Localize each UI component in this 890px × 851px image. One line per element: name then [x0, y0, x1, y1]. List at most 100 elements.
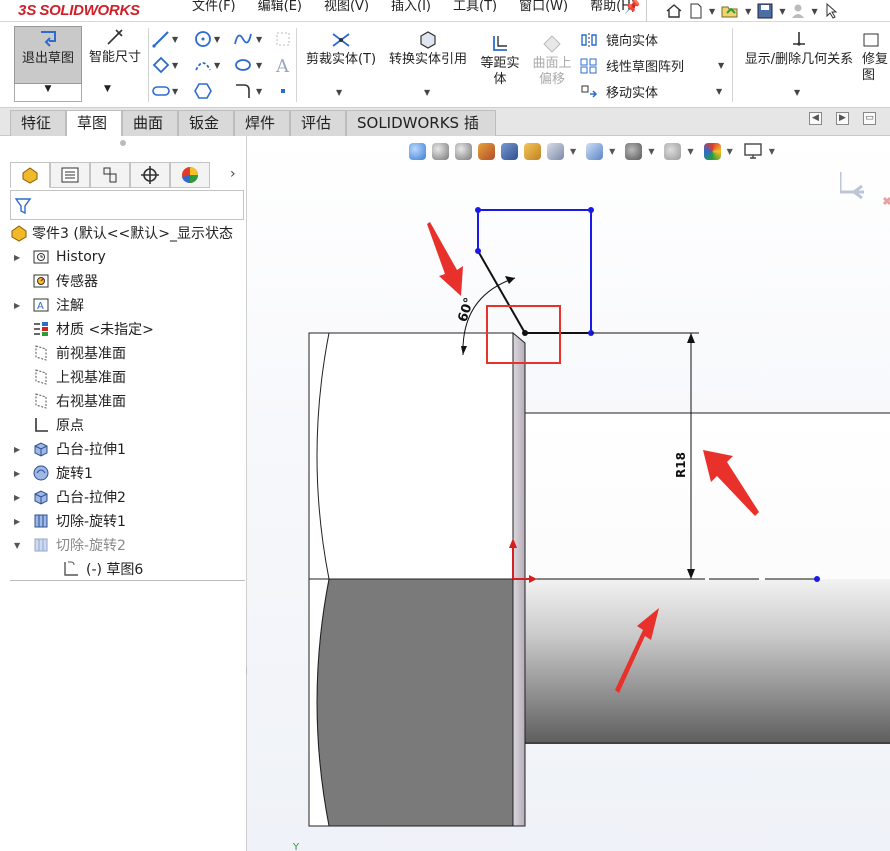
chevron-down-icon[interactable]: ▼ [779, 7, 785, 16]
ellipse-tool-icon[interactable] [234, 56, 252, 74]
sketch-point[interactable] [475, 248, 481, 254]
text-tool-icon[interactable]: A [274, 56, 292, 74]
tab-display-manager[interactable] [170, 162, 210, 188]
tab-weldments[interactable]: 焊件 [234, 110, 290, 136]
menu-edit[interactable]: 编辑(E) [256, 0, 308, 20]
tree-item[interactable]: ▶ 凸台-拉伸1 [14, 438, 126, 460]
new-document-icon[interactable] [689, 3, 703, 19]
tab-features[interactable]: 特征 [10, 110, 66, 136]
offset-on-surface-button[interactable]: 曲面上 偏移 [528, 34, 576, 88]
tab-feature-manager[interactable] [10, 162, 50, 188]
panel-grip[interactable] [120, 140, 126, 146]
exit-sketch-dropdown[interactable]: ▼ [14, 84, 82, 102]
radius-dimension-label[interactable]: R18 [674, 452, 688, 478]
chevron-down-icon[interactable]: ▼ [256, 61, 262, 70]
linear-pattern-button[interactable]: 线性草图阵列 ▼ [580, 56, 724, 75]
tree-item[interactable]: (-) 草图6 [44, 558, 143, 580]
fillet-tool-icon[interactable] [234, 82, 252, 100]
restore-icon[interactable]: ▭ [863, 112, 876, 125]
tab-sketch[interactable]: 草图 [66, 110, 122, 137]
chevron-right-icon[interactable]: ▶ [14, 301, 26, 310]
menu-file[interactable]: 文件(F) [190, 0, 242, 20]
slot-tool-icon[interactable] [152, 82, 170, 100]
chevron-down-icon[interactable]: ▼ [336, 88, 342, 97]
chevron-down-icon[interactable]: ▼ [172, 35, 178, 44]
home-icon[interactable] [665, 3, 683, 19]
scroll-left-icon[interactable]: ◀ [809, 112, 822, 125]
tree-item[interactable]: 原点 [14, 414, 84, 436]
menu-tools[interactable]: 工具(T) [451, 0, 503, 20]
chevron-right-icon[interactable]: › [230, 166, 236, 182]
chevron-right-icon[interactable]: ▶ [14, 493, 26, 502]
tree-item[interactable]: ▶ A 注解 [14, 294, 84, 316]
tab-surfaces[interactable]: 曲面 [122, 110, 178, 136]
chevron-right-icon[interactable]: ▶ [14, 469, 26, 478]
tab-sheet-metal[interactable]: 钣金 [178, 110, 234, 136]
tree-item[interactable]: ▶ 旋转1 [14, 462, 93, 484]
chevron-down-icon[interactable]: ▼ [718, 61, 724, 70]
tab-configuration-manager[interactable] [90, 162, 130, 188]
menu-window[interactable]: 窗口(W) [517, 0, 574, 20]
tree-item[interactable]: ▶ 凸台-拉伸2 [14, 486, 126, 508]
point-tool-icon[interactable] [274, 82, 292, 100]
graphics-area[interactable]: ▼ ▼ ▼ ▼ ▼ ▼ 60° R18 Y [247, 136, 890, 851]
chevron-down-icon[interactable]: ▼ [172, 61, 178, 70]
chevron-down-icon[interactable]: ▼ [709, 7, 715, 16]
tab-property-manager[interactable] [50, 162, 90, 188]
tab-solidworks-addins[interactable]: SOLIDWORKS 插件 [346, 110, 496, 156]
tree-item[interactable]: 上视基准面 [14, 366, 126, 388]
tree-item[interactable]: ▶ 切除-旋转1 [14, 510, 126, 532]
tree-filter[interactable] [10, 190, 244, 220]
chevron-down-icon[interactable]: ▼ [104, 84, 111, 94]
open-icon[interactable] [721, 3, 739, 19]
tree-item[interactable]: 右视基准面 [14, 390, 126, 412]
trim-entities-button[interactable]: 剪裁实体(T) [302, 30, 380, 68]
user-icon[interactable] [791, 3, 805, 19]
chevron-down-icon[interactable]: ▼ [256, 87, 262, 96]
part-root-node[interactable]: 零件3 (默认<<默认>_显示状态 [10, 222, 233, 244]
tree-item[interactable]: 前视基准面 [14, 342, 126, 364]
chevron-down-icon[interactable]: ▼ [794, 88, 800, 97]
pin-icon[interactable]: 📌 [624, 0, 640, 15]
angle-dimension-label[interactable]: 60° [456, 296, 478, 324]
tree-item[interactable]: ▼ 切除-旋转2 [14, 534, 126, 556]
sketch-point[interactable] [814, 576, 820, 582]
chevron-down-icon[interactable]: ▼ [424, 88, 430, 97]
sketch-point[interactable] [588, 207, 594, 213]
tab-evaluate[interactable]: 评估 [290, 110, 346, 136]
sketch-chamfer-line[interactable] [477, 250, 526, 334]
tab-dimxpert-manager[interactable] [130, 162, 170, 188]
tree-item[interactable]: 传感器 [14, 270, 98, 292]
sketch-point[interactable] [522, 330, 528, 336]
tree-item[interactable]: 材质 <未指定> [14, 318, 154, 340]
exit-sketch-button[interactable]: 退出草图 [14, 26, 82, 84]
chevron-down-icon[interactable]: ▼ [745, 7, 751, 16]
spline-tool-icon[interactable] [234, 30, 252, 48]
chevron-right-icon[interactable]: ▶ [14, 253, 26, 262]
chevron-down-icon[interactable]: ▼ [172, 87, 178, 96]
chevron-down-icon[interactable]: ▼ [811, 7, 817, 16]
sketch-point[interactable] [475, 207, 481, 213]
solidworks-logo[interactable]: 3S SOLIDWORKS [18, 0, 140, 20]
chevron-down-icon[interactable]: ▼ [214, 61, 220, 70]
smart-dimension-button[interactable]: 智能尺寸 [84, 28, 146, 66]
convert-entities-button[interactable]: 转换实体引用 [383, 30, 473, 68]
arc-tool-icon[interactable] [194, 56, 212, 74]
repair-sketch-button[interactable]: 修复 图 [862, 30, 890, 84]
circle-tool-icon[interactable] [194, 30, 212, 48]
rectangle-tool-icon[interactable] [152, 56, 170, 74]
chevron-right-icon[interactable]: ▶ [14, 517, 26, 526]
line-tool-icon[interactable] [152, 30, 170, 48]
scroll-right-icon[interactable]: ▶ [836, 112, 849, 125]
chevron-down-icon[interactable]: ▼ [256, 35, 262, 44]
chevron-down-icon[interactable]: ▼ [14, 541, 26, 550]
polygon-tool-icon[interactable] [194, 82, 212, 100]
tree-item[interactable]: ▶ History [14, 246, 106, 268]
save-icon[interactable] [757, 3, 773, 19]
menu-insert[interactable]: 插入(I) [389, 0, 437, 20]
chevron-right-icon[interactable]: ▶ [14, 445, 26, 454]
select-icon[interactable] [824, 3, 838, 19]
surface-tool-icon[interactable] [274, 30, 292, 48]
sketch-profile-line[interactable] [478, 209, 592, 334]
mirror-entities-button[interactable]: 镜向实体 [580, 30, 658, 49]
